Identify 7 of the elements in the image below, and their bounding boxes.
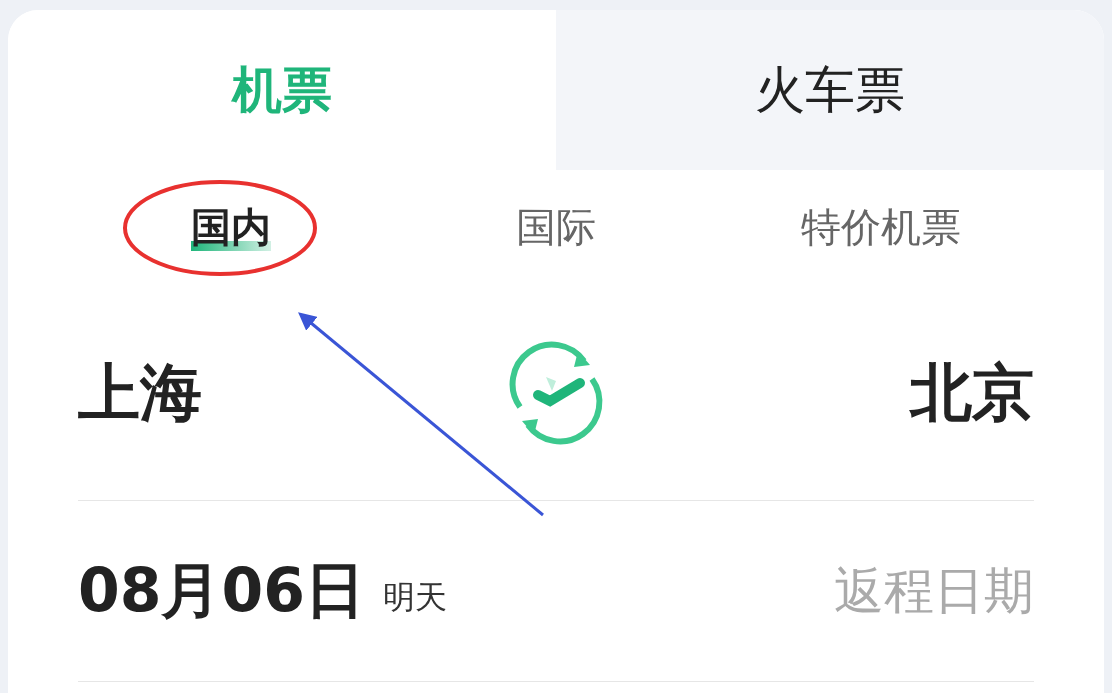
sub-tab[interactable]: 国际 [516,194,596,261]
tab[interactable]: 火车票 [556,10,1104,170]
date-hint: 明天 [383,577,447,618]
arrival-city[interactable]: 北京 [910,350,1034,435]
departure-date[interactable]: 08月06日 [78,550,365,632]
sub-tab[interactable]: 特价机票 [801,194,962,261]
departure-city[interactable]: 上海 [78,350,202,435]
